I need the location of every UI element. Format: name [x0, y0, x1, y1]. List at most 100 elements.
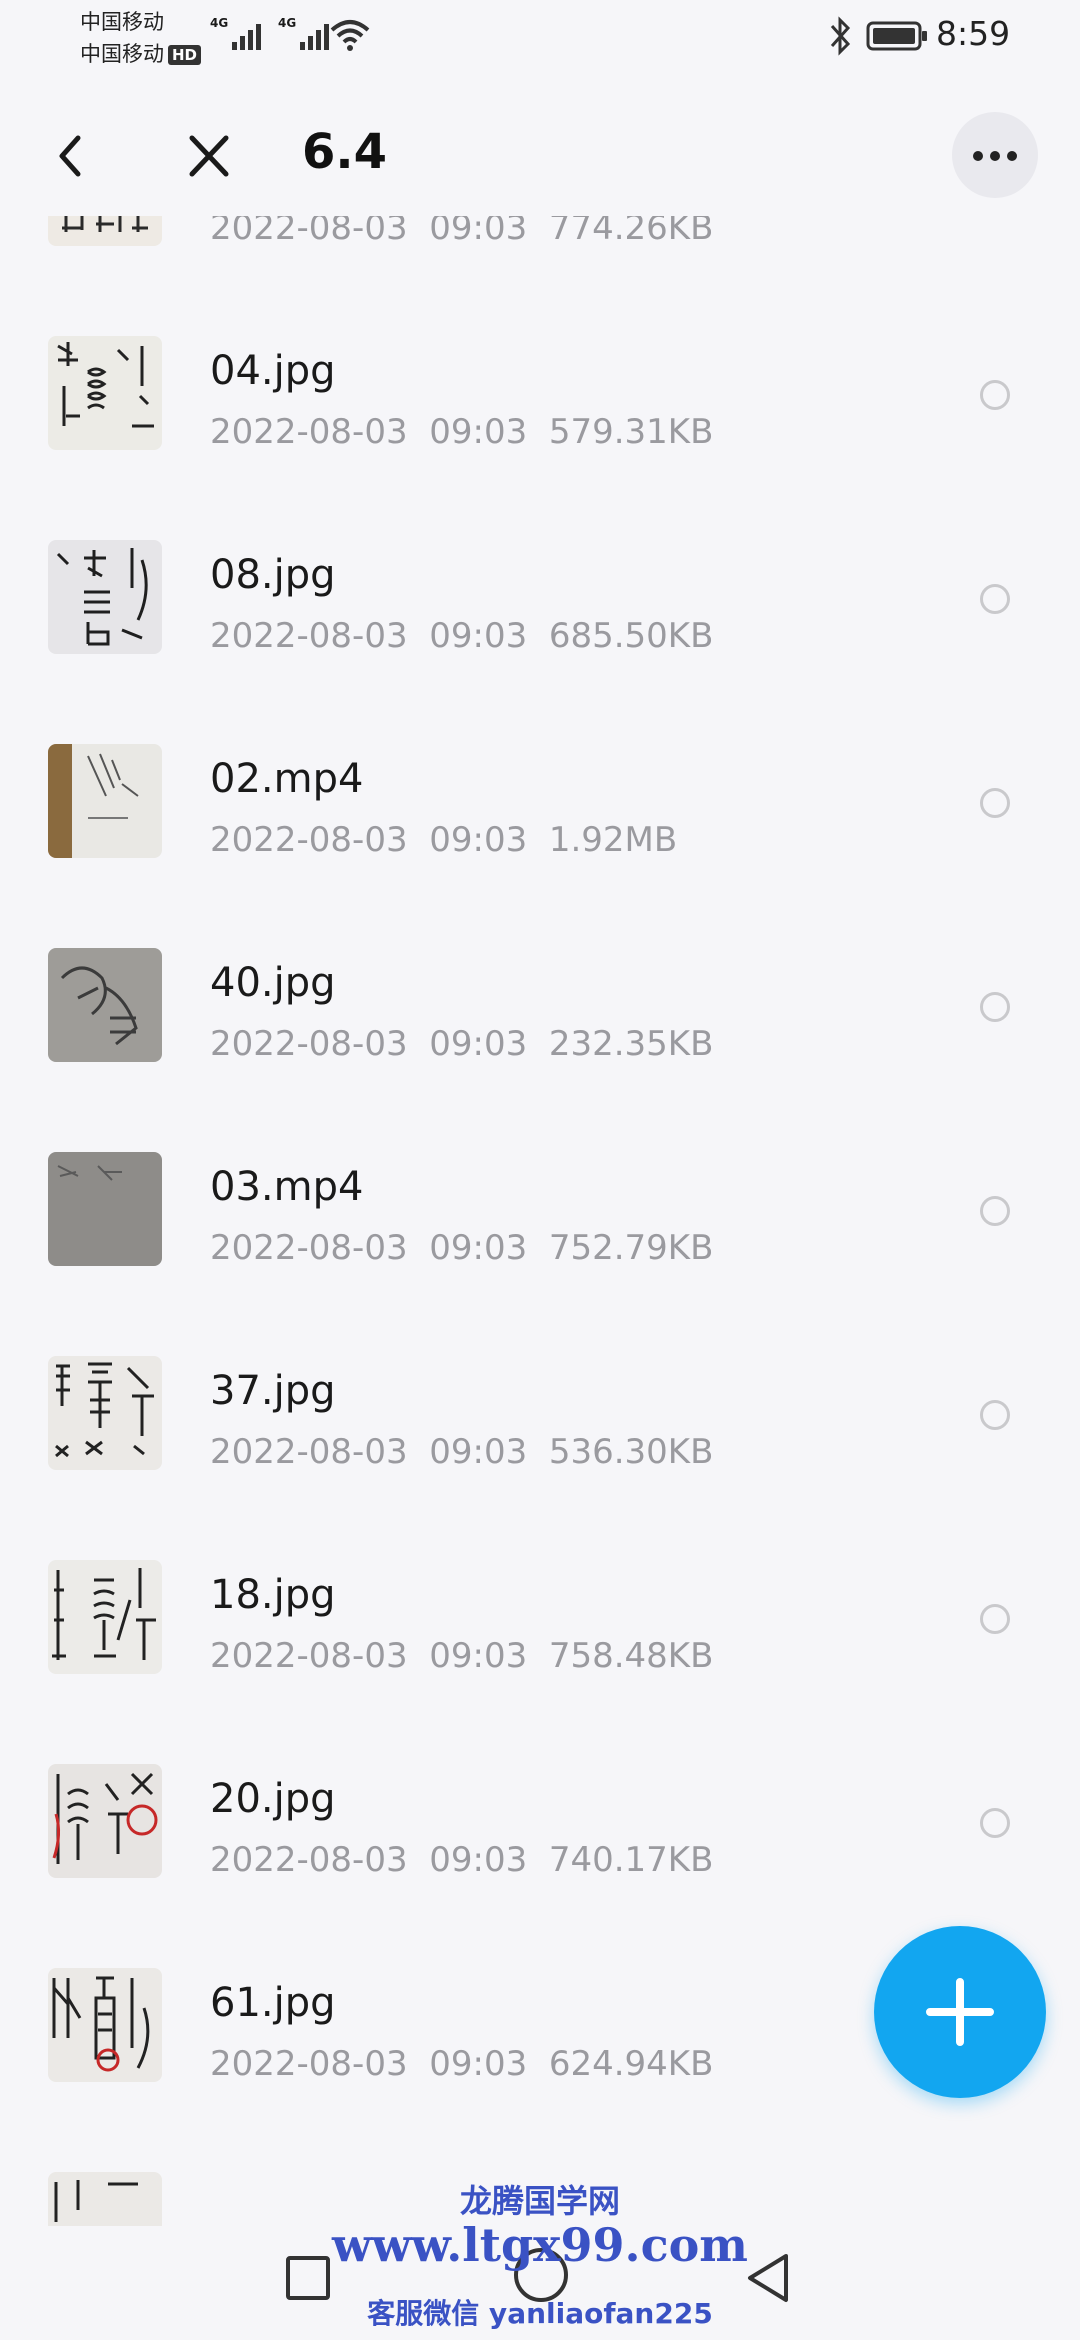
file-thumbnail	[48, 948, 162, 1062]
file-time: 09:03	[429, 820, 528, 860]
file-list: 2022-08-03 09:03 774.26KB 04.jpg 2022-08…	[0, 216, 1080, 2226]
signal-icon-1: 4G	[210, 16, 266, 58]
select-radio[interactable]	[980, 1808, 1010, 1838]
file-thumbnail	[48, 1560, 162, 1674]
file-time: 09:03	[429, 216, 528, 248]
file-date: 2022-08-03	[210, 1432, 408, 1472]
file-date: 2022-08-03	[210, 1228, 408, 1268]
more-dot-icon	[973, 151, 983, 161]
file-name: 18.jpg	[210, 1572, 336, 1618]
file-date: 2022-08-03	[210, 1840, 408, 1880]
file-date: 2022-08-03	[210, 1024, 408, 1064]
file-size: 685.50KB	[548, 616, 714, 656]
more-dot-icon	[990, 151, 1000, 161]
more-dot-icon	[1007, 151, 1017, 161]
file-name: 04.jpg	[210, 348, 336, 394]
file-name: 02.mp4	[210, 756, 364, 802]
status-bar: 中国移动 中国移动 HD 4G 4G 8:59	[0, 0, 1080, 84]
watermark-site-name: 龙腾国学网	[459, 2182, 620, 2220]
signal-icon-2: 4G	[278, 16, 334, 58]
file-thumbnail	[48, 744, 162, 858]
file-name: 08.jpg	[210, 552, 336, 598]
file-thumbnail	[48, 1356, 162, 1470]
select-radio[interactable]	[980, 1604, 1010, 1634]
file-thumbnail	[48, 540, 162, 654]
select-radio[interactable]	[980, 788, 1010, 818]
file-meta: 2022-08-03 09:03 579.31KB	[210, 412, 713, 452]
file-row[interactable]: 40.jpg 2022-08-03 09:03 232.35KB	[0, 906, 1080, 1110]
select-radio[interactable]	[980, 1400, 1010, 1430]
file-meta: 2022-08-03 09:03 685.50KB	[210, 616, 713, 656]
bluetooth-icon	[828, 16, 854, 60]
status-clock: 8:59	[936, 14, 1011, 53]
watermark-contact: 客服微信 yanliaofan225	[367, 2297, 713, 2330]
file-date: 2022-08-03	[210, 616, 408, 656]
file-time: 09:03	[429, 412, 528, 452]
file-size: 232.35KB	[548, 1024, 714, 1064]
hd-badge: HD	[168, 45, 202, 65]
file-size: 1.92MB	[548, 820, 678, 860]
file-row[interactable]: 18.jpg 2022-08-03 09:03 758.48KB	[0, 1518, 1080, 1722]
file-row[interactable]: 08.jpg 2022-08-03 09:03 685.50KB	[0, 498, 1080, 702]
file-time: 09:03	[429, 1432, 528, 1472]
file-meta: 2022-08-03 09:03 740.17KB	[210, 1840, 713, 1880]
file-size: 536.30KB	[548, 1432, 714, 1472]
file-name: 20.jpg	[210, 1776, 336, 1822]
carrier-label-1: 中国移动	[80, 10, 164, 34]
select-radio[interactable]	[980, 1196, 1010, 1226]
file-meta: 2022-08-03 09:03 774.26KB	[210, 216, 713, 248]
top-app-bar: 6.4	[0, 96, 1080, 216]
file-row[interactable]: 02.mp4 2022-08-03 09:03 1.92MB	[0, 702, 1080, 906]
file-time: 09:03	[429, 1840, 528, 1880]
watermark-url: www.ltgx99.com	[332, 2218, 748, 2272]
file-date: 2022-08-03	[210, 216, 408, 248]
close-icon[interactable]	[184, 128, 234, 184]
file-size: 752.79KB	[548, 1228, 714, 1268]
file-size: 579.31KB	[548, 412, 714, 452]
wifi-icon	[330, 18, 370, 56]
carrier-label-2: 中国移动 HD	[80, 38, 202, 68]
select-radio[interactable]	[980, 584, 1010, 614]
file-date: 2022-08-03	[210, 820, 408, 860]
file-time: 09:03	[429, 1024, 528, 1064]
file-time: 09:03	[429, 616, 528, 656]
select-radio[interactable]	[980, 992, 1010, 1022]
file-thumbnail	[48, 336, 162, 450]
file-size: 774.26KB	[548, 216, 714, 248]
file-row[interactable]: 20.jpg 2022-08-03 09:03 740.17KB	[0, 1722, 1080, 1926]
file-meta: 2022-08-03 09:03 232.35KB	[210, 1024, 713, 1064]
page-title: 6.4	[302, 124, 388, 180]
file-time: 09:03	[429, 1228, 528, 1268]
file-name: 03.mp4	[210, 1164, 364, 1210]
select-radio[interactable]	[980, 380, 1010, 410]
add-button[interactable]	[874, 1926, 1046, 2098]
file-row[interactable]: 2022-08-03 09:03 774.26KB	[0, 216, 1080, 294]
file-meta: 2022-08-03 09:03 758.48KB	[210, 1636, 713, 1676]
file-name: 40.jpg	[210, 960, 336, 1006]
file-size: 624.94KB	[548, 2044, 714, 2084]
network-type-1: 4G	[210, 16, 229, 30]
plus-icon	[926, 1978, 994, 2046]
more-options-button[interactable]	[952, 112, 1038, 198]
file-meta: 2022-08-03 09:03 624.94KB	[210, 2044, 713, 2084]
file-name: 61.jpg	[210, 1980, 336, 2026]
file-size: 740.17KB	[548, 1840, 714, 1880]
file-row[interactable]: 37.jpg 2022-08-03 09:03 536.30KB	[0, 1314, 1080, 1518]
file-time: 09:03	[429, 2044, 528, 2084]
file-thumbnail	[48, 1764, 162, 1878]
network-type-2: 4G	[278, 16, 297, 30]
file-size: 758.48KB	[548, 1636, 714, 1676]
file-thumbnail	[48, 216, 162, 246]
file-thumbnail	[48, 1968, 162, 2082]
file-row[interactable]: 04.jpg 2022-08-03 09:03 579.31KB	[0, 294, 1080, 498]
file-name: 37.jpg	[210, 1368, 336, 1414]
file-date: 2022-08-03	[210, 1636, 408, 1676]
back-arrow-icon[interactable]	[48, 126, 98, 186]
carrier-label-2-text: 中国移动	[80, 42, 164, 66]
file-thumbnail	[48, 1152, 162, 1266]
file-time: 09:03	[429, 1636, 528, 1676]
file-row[interactable]: 03.mp4 2022-08-03 09:03 752.79KB	[0, 1110, 1080, 1314]
file-date: 2022-08-03	[210, 2044, 408, 2084]
file-meta: 2022-08-03 09:03 752.79KB	[210, 1228, 713, 1268]
file-meta: 2022-08-03 09:03 1.92MB	[210, 820, 677, 860]
